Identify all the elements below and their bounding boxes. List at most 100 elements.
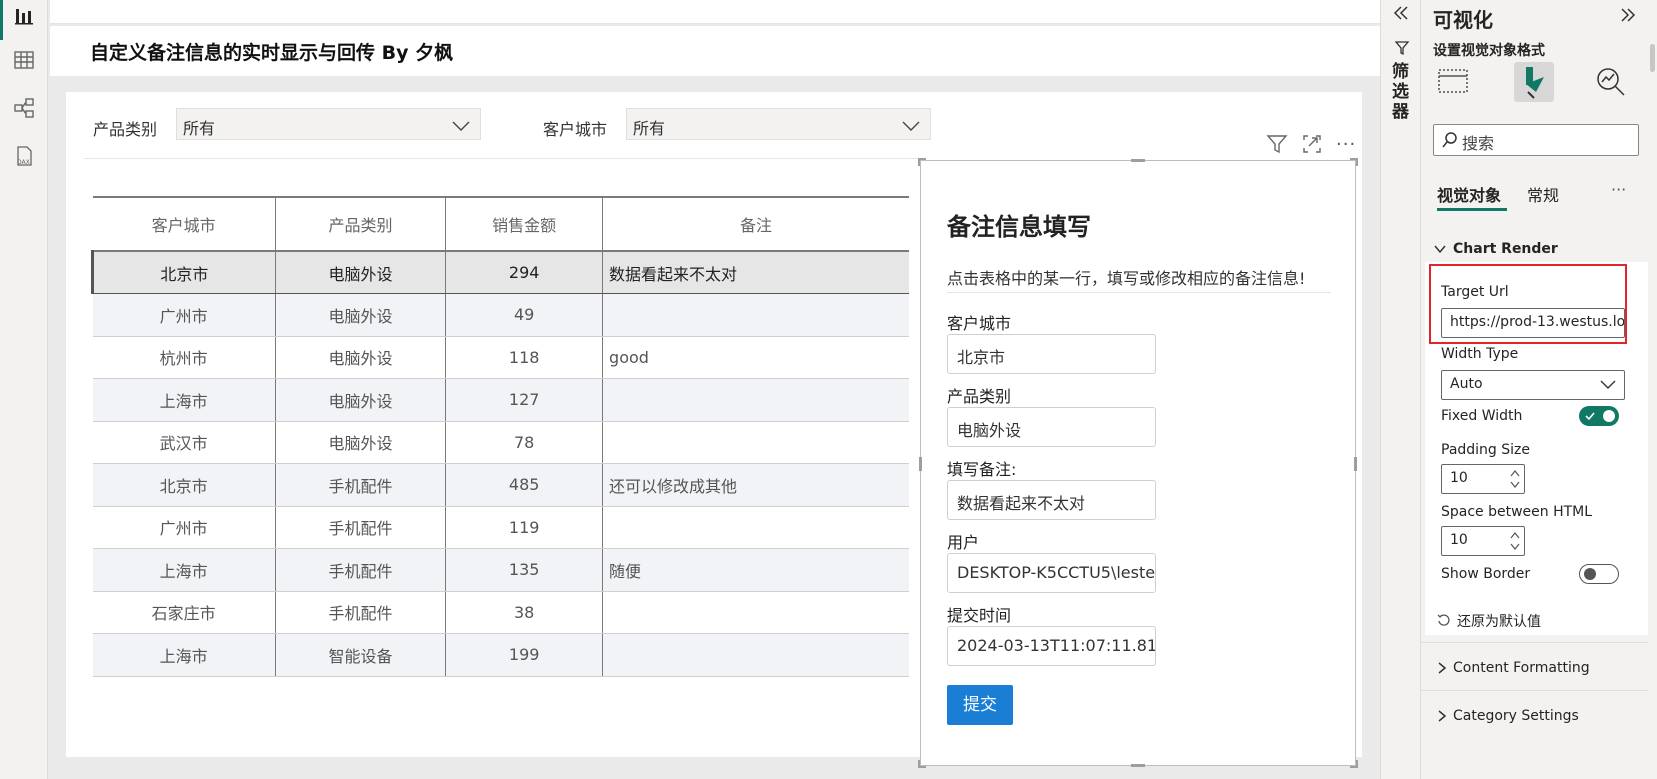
scrollbar-thumb[interactable] — [1650, 44, 1655, 72]
section-divider — [1421, 642, 1649, 643]
stepper-arrows-icon[interactable] — [1510, 530, 1520, 555]
cell-category: 智能设备 — [274, 633, 446, 677]
chevron-right-icon[interactable] — [1435, 708, 1449, 727]
more-options-icon[interactable]: ··· — [1611, 180, 1626, 199]
table-row[interactable]: 北京市 手机配件 485 还可以修改成其他 — [92, 463, 909, 507]
space-between-stepper[interactable]: 10 — [1441, 526, 1525, 556]
cell-category: 手机配件 — [274, 463, 446, 507]
more-options-icon[interactable]: ··· — [1336, 134, 1356, 155]
table-row[interactable]: 广州市 手机配件 119 — [92, 506, 909, 549]
format-visual-subtitle: 设置视觉对象格式 — [1433, 43, 1545, 59]
user-field[interactable]: DESKTOP-K5CCTU5\lester — [947, 553, 1156, 593]
note-entry-visual: 备注信息填写 点击表格中的某一行，填写或修改相应的备注信息! 客户城市 北京市 … — [918, 158, 1358, 768]
cell-city: 上海市 — [92, 633, 276, 677]
analytics-icon[interactable] — [1593, 64, 1629, 98]
form-title: 备注信息填写 — [947, 213, 1091, 241]
table-row[interactable]: 武汉市 电脑外设 78 — [92, 421, 909, 464]
column-header-city[interactable]: 客户城市 — [92, 196, 276, 252]
fixed-width-label: Fixed Width — [1441, 408, 1523, 424]
tab-general[interactable]: 常规 — [1527, 182, 1559, 206]
section-category-settings[interactable]: Category Settings — [1453, 708, 1579, 724]
cell-category: 电脑外设 — [274, 293, 446, 337]
section-divider — [1421, 690, 1649, 691]
table-view-icon[interactable] — [12, 48, 36, 72]
resize-handle[interactable] — [918, 158, 926, 166]
search-placeholder: 搜索 — [1462, 134, 1495, 153]
cell-note — [602, 378, 909, 422]
chevron-right-icon[interactable] — [1435, 660, 1449, 679]
table-row[interactable]: 杭州市 电脑外设 118 good — [92, 336, 909, 379]
notes-table: 客户城市 产品类别 销售金额 备注 北京市 电脑外设 294 数据看起来不太对 广州市电… — [91, 196, 909, 677]
width-type-dropdown[interactable]: Auto — [1441, 370, 1625, 400]
cell-city: 武汉市 — [92, 421, 276, 464]
resize-handle[interactable] — [1131, 159, 1145, 162]
cell-amount: 127 — [445, 378, 603, 422]
resize-handle[interactable] — [1354, 457, 1357, 471]
format-paintbrush-icon — [1526, 67, 1544, 99]
cell-amount: 78 — [445, 421, 603, 464]
category-field[interactable]: 电脑外设 — [947, 407, 1156, 447]
reset-default-link[interactable]: 还原为默认值 — [1457, 611, 1541, 631]
build-visual-icon[interactable] — [1435, 64, 1471, 98]
cell-note — [602, 591, 909, 634]
tab-visual[interactable]: 视觉对象 — [1437, 182, 1501, 206]
table-row[interactable]: 上海市 电脑外设 127 — [92, 378, 909, 422]
format-visual-tab[interactable] — [1514, 62, 1554, 102]
filter-funnel-icon — [1394, 40, 1410, 60]
category-slicer-dropdown[interactable]: 所有 — [176, 108, 481, 140]
show-border-toggle[interactable] — [1579, 564, 1619, 584]
table-row-selected[interactable]: 北京市 电脑外设 294 数据看起来不太对 — [91, 251, 909, 294]
chevron-down-icon[interactable] — [1433, 241, 1447, 260]
report-view-icon[interactable] — [12, 4, 36, 28]
field-label-note: 填写备注: — [947, 460, 1017, 479]
search-input[interactable]: 搜索 — [1433, 124, 1639, 156]
table-row[interactable]: 上海市 智能设备 199 — [92, 633, 909, 677]
visual-divider — [84, 158, 918, 159]
section-chart-render[interactable]: Chart Render — [1453, 241, 1558, 257]
chevron-down-icon — [1600, 379, 1616, 395]
model-view-icon[interactable] — [12, 96, 36, 120]
table-row[interactable]: 石家庄市 手机配件 38 — [92, 591, 909, 634]
section-content-formatting[interactable]: Content Formatting — [1453, 660, 1590, 676]
focus-mode-icon[interactable] — [1301, 134, 1323, 158]
dax-query-icon[interactable]: DAX — [12, 144, 36, 168]
pane-scrollbar[interactable] — [1648, 0, 1657, 779]
fixed-width-toggle[interactable] — [1579, 406, 1619, 426]
stepper-arrows-icon[interactable] — [1510, 468, 1520, 493]
padding-size-stepper[interactable]: 10 — [1441, 464, 1525, 494]
cell-amount: 485 — [445, 463, 603, 507]
resize-handle[interactable] — [1350, 760, 1358, 768]
table-row[interactable]: 上海市 手机配件 135 随便 — [92, 548, 909, 592]
target-url-input[interactable]: https://prod-13.westus.logic.azure.com — [1441, 308, 1625, 338]
chevron-down-icon — [902, 117, 920, 136]
submit-button[interactable]: 提交 — [947, 685, 1013, 725]
filter-pane-label[interactable]: 筛选器 — [1392, 62, 1410, 122]
reset-icon[interactable] — [1437, 612, 1451, 631]
expand-filters-icon[interactable] — [1392, 4, 1410, 26]
search-icon — [1442, 131, 1458, 153]
column-header-category[interactable]: 产品类别 — [274, 196, 446, 252]
city-slicer-dropdown[interactable]: 所有 — [626, 108, 931, 140]
resize-handle[interactable] — [918, 760, 926, 768]
cell-city: 广州市 — [92, 293, 276, 337]
table-row[interactable]: 广州市 电脑外设 49 — [92, 293, 909, 337]
resize-handle[interactable] — [919, 457, 922, 471]
cell-amount: 199 — [445, 633, 603, 677]
note-field[interactable]: 数据看起来不太对 — [947, 480, 1156, 520]
filter-icon[interactable] — [1266, 134, 1288, 158]
column-header-note[interactable]: 备注 — [602, 196, 909, 252]
slicer-label-city: 客户城市 — [543, 120, 608, 139]
cell-note: good — [602, 336, 909, 379]
resize-handle[interactable] — [1131, 764, 1145, 767]
padding-size-label: Padding Size — [1441, 442, 1531, 458]
cell-amount: 38 — [445, 591, 603, 634]
resize-handle[interactable] — [1350, 158, 1358, 166]
field-label-time: 提交时间 — [947, 606, 1012, 625]
collapse-pane-icon[interactable] — [1619, 6, 1637, 28]
tab-active-underline — [1437, 208, 1507, 211]
submit-time-field[interactable]: 2024-03-13T11:07:11.817Z — [947, 626, 1156, 666]
column-header-amount[interactable]: 销售金额 — [445, 196, 603, 252]
field-label-category: 产品类别 — [947, 387, 1012, 406]
city-field[interactable]: 北京市 — [947, 334, 1156, 374]
target-url-label: Target Url — [1441, 284, 1509, 300]
